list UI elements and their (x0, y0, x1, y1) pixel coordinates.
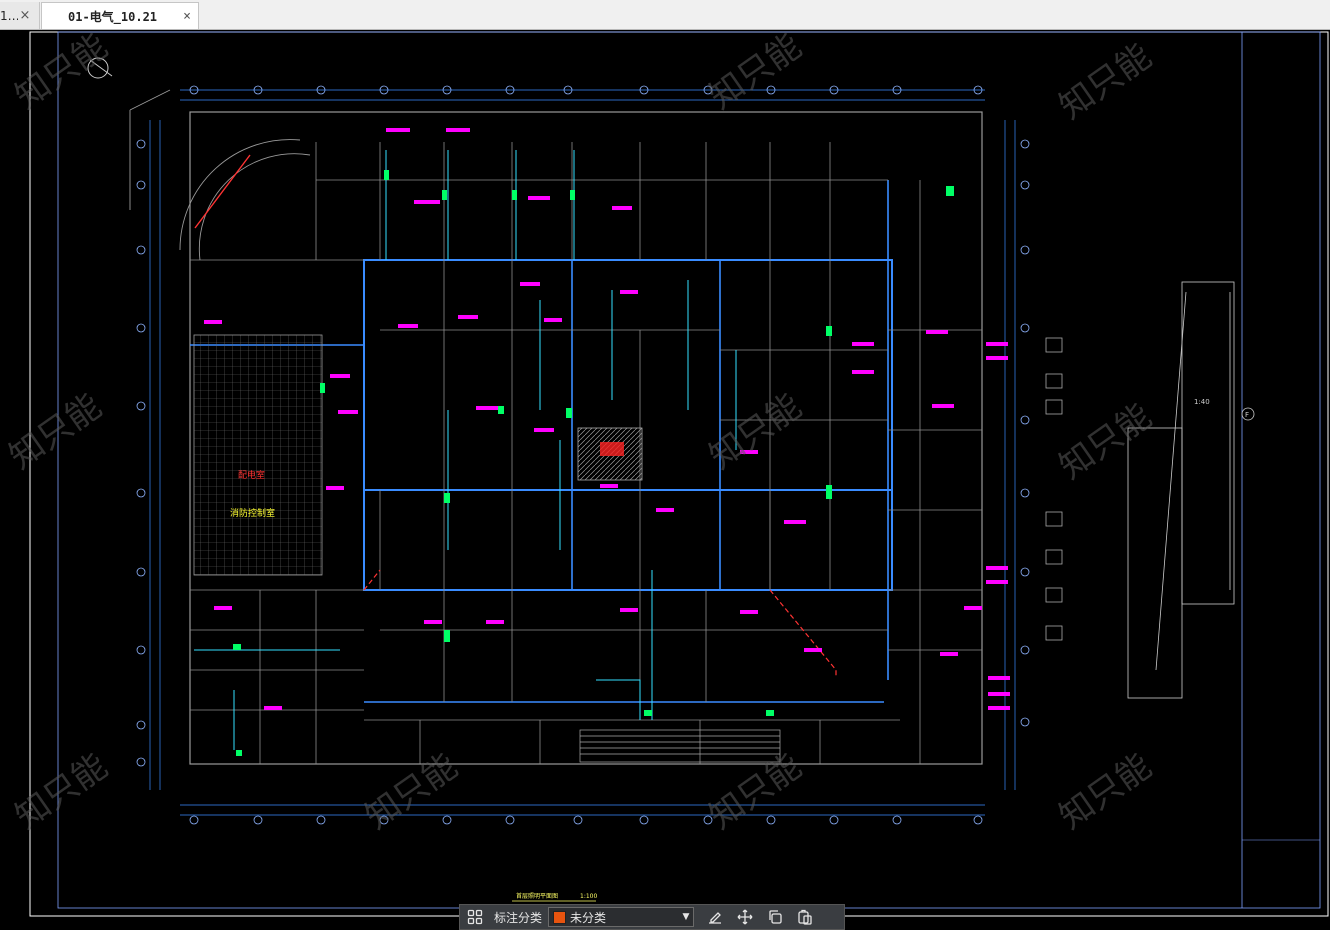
tab-label: 1… (0, 8, 18, 23)
tab-current-drawing[interactable]: 01-电气_10.21 × (41, 2, 199, 29)
category-select[interactable]: 未分类 ▼ (548, 907, 695, 927)
tab-previous-drawing[interactable]: 1… × (0, 2, 40, 29)
chevron-down-icon: ▼ (682, 912, 690, 922)
cad-drawing-canvas[interactable]: 配电室 消防控制室 1:40 F 首层照明平面图 1:100 知只能 知只能 知… (0, 30, 1330, 930)
close-icon[interactable]: × (180, 9, 194, 24)
tab-bar: 1… × 01-电气_10.21 × (0, 0, 1330, 30)
tab-label: 01-电气_10.21 (68, 9, 158, 24)
hatched-room (193, 334, 323, 576)
category-label: 标注分类 (494, 910, 543, 925)
category-value: 未分类 (570, 910, 607, 925)
edit-icon[interactable] (700, 905, 730, 929)
drawing-scale: 1:100 (580, 893, 597, 900)
drawing-title: 首层照明平面图 (516, 892, 558, 900)
category-color-swatch (553, 910, 567, 924)
red-hatch-room (600, 442, 624, 456)
axis-letter: F (1245, 411, 1249, 419)
legend-scale: 1:40 (1194, 398, 1210, 406)
copy-icon[interactable] (760, 905, 790, 929)
annotation-toolbar: 标注分类 未分类 ▼ (459, 904, 845, 930)
red-room-label: 配电室 (238, 469, 265, 481)
yellow-room-label: 消防控制室 (230, 507, 275, 519)
move-icon[interactable] (730, 905, 760, 929)
close-icon[interactable]: × (18, 8, 32, 23)
paste-icon[interactable] (790, 905, 820, 929)
grid-icon[interactable] (460, 905, 490, 929)
